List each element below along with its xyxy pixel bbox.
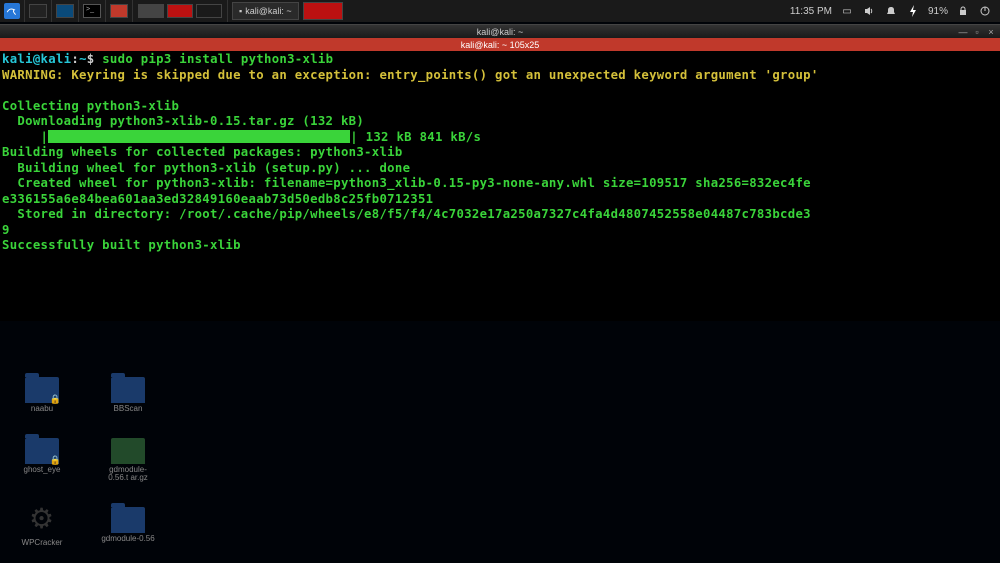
terminal-tab-label: kali@kali: ~ 105x25 <box>461 40 539 50</box>
minimize-button[interactable]: — <box>958 27 968 37</box>
launcher-1[interactable] <box>25 0 52 22</box>
launcher-files[interactable] <box>52 0 79 22</box>
output-created1: Created wheel for python3-xlib: filename… <box>2 176 811 190</box>
desktop-icon-ghosteye[interactable]: ghost_eye <box>14 438 70 484</box>
desktop-icon-gdmodule[interactable]: gdmodule-0.56 <box>100 507 156 548</box>
terminal-window: kali@kali: ~ — ▫ × kali@kali: ~ 105x25 k… <box>0 24 1000 321</box>
output-stored2: 9 <box>2 223 10 237</box>
close-button[interactable]: × <box>986 27 996 37</box>
taskbar-other[interactable] <box>303 2 343 20</box>
dropdown-icon[interactable]: ▭ <box>840 4 854 18</box>
launcher-other[interactable] <box>106 0 133 22</box>
battery-percent: 91% <box>928 6 948 17</box>
prompt-symbol: $ <box>87 52 95 66</box>
archive-icon <box>111 438 145 464</box>
desktop[interactable]: File System naabu BBScan ghost_eye gdmod… <box>0 22 1000 563</box>
power-menu-icon[interactable] <box>978 4 992 18</box>
workspace-3[interactable] <box>196 4 222 18</box>
files-icon <box>56 4 74 18</box>
top-panel: ▪ kali@kali: ~ 11:35 PM ▭ 91% <box>0 0 1000 22</box>
lock-icon[interactable] <box>956 4 970 18</box>
prompt-user: kali@kali <box>2 52 71 66</box>
output-building-wheel: Building wheel for python3-xlib (setup.p… <box>2 161 410 175</box>
folder-icon <box>25 438 59 464</box>
launcher-terminal[interactable] <box>79 0 106 22</box>
folder-icon <box>111 377 145 403</box>
apps-menu[interactable] <box>0 0 25 22</box>
output-progress-prefix: | <box>2 130 48 144</box>
workspace-switcher[interactable] <box>133 0 228 22</box>
volume-icon[interactable] <box>862 4 876 18</box>
folder-icon <box>25 377 59 403</box>
output-building: Building wheels for collected packages: … <box>2 145 403 159</box>
terminal-title: kali@kali: ~ <box>477 27 523 37</box>
app-icon <box>110 4 128 18</box>
taskbar-terminal-label: kali@kali: ~ <box>245 6 291 16</box>
command-text: sudo pip3 install python3-xlib <box>102 52 333 66</box>
progress-bar <box>48 130 350 143</box>
workspace-1[interactable] <box>138 4 164 18</box>
workspace-2-red[interactable] <box>167 4 193 18</box>
output-success: Successfully built python3-xlib <box>2 238 241 252</box>
gear-icon <box>27 507 57 537</box>
notification-icon[interactable] <box>884 4 898 18</box>
output-progress-suffix: | 132 kB 841 kB/s <box>350 130 481 144</box>
desktop-icon-gdmodule-tar[interactable]: gdmodule-0.56.t ar.gz <box>100 438 156 484</box>
output-stored1: Stored in directory: /root/.cache/pip/wh… <box>2 207 811 221</box>
desktop-icon-bbscan[interactable]: BBScan <box>100 377 156 414</box>
terminal-body[interactable]: kali@kali:~$ sudo pip3 install python3-x… <box>0 51 1000 321</box>
terminal-titlebar[interactable]: kali@kali: ~ — ▫ × <box>0 24 1000 38</box>
output-collecting: Collecting python3-xlib <box>2 99 179 113</box>
output-downloading: Downloading python3-xlib-0.15.tar.gz (13… <box>2 114 364 128</box>
prompt-path: ~ <box>79 52 87 66</box>
clock[interactable]: 11:35 PM <box>790 6 832 17</box>
folder-icon <box>111 507 145 533</box>
power-icon[interactable] <box>906 4 920 18</box>
window-icon <box>29 4 47 18</box>
taskbar-terminal[interactable]: ▪ kali@kali: ~ <box>232 2 299 20</box>
desktop-icon-naabu[interactable]: naabu <box>14 377 70 414</box>
output-created2: e336155a6e84bea601aa3ed32849160eaab73d50… <box>2 192 433 206</box>
output-warning: WARNING: Keyring is skipped due to an ex… <box>2 68 819 82</box>
desktop-icon-wpcracker[interactable]: WPCracker <box>14 507 70 548</box>
maximize-button[interactable]: ▫ <box>972 27 982 37</box>
terminal-tabbar[interactable]: kali@kali: ~ 105x25 <box>0 38 1000 51</box>
terminal-icon <box>83 4 101 18</box>
kali-logo-icon <box>4 3 20 19</box>
